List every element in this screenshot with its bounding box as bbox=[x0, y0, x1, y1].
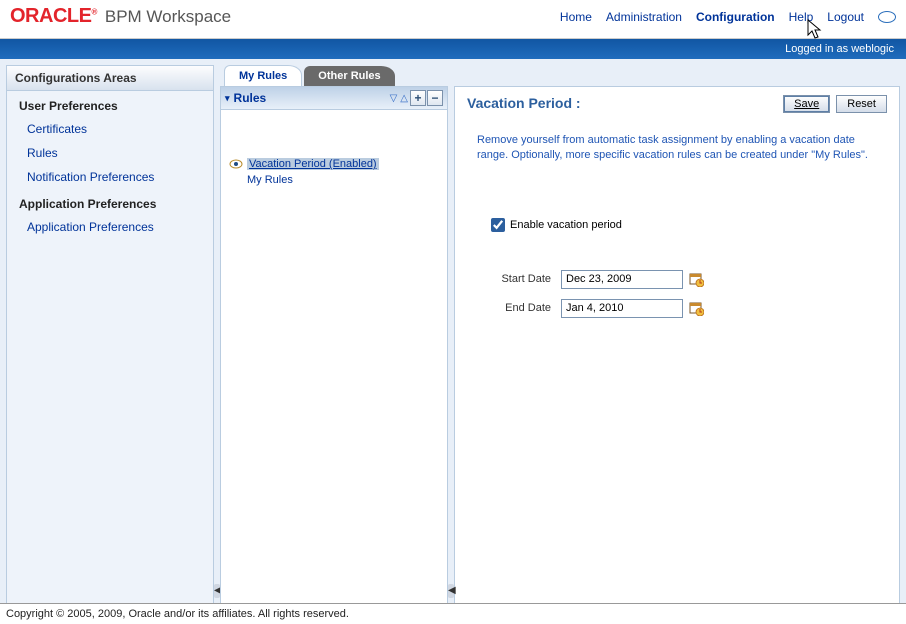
save-button[interactable]: Save bbox=[783, 95, 830, 113]
vacation-buttons: Save Reset bbox=[783, 95, 887, 113]
nav-item-application-preferences[interactable]: Application Preferences bbox=[7, 215, 213, 239]
enable-vacation-checkbox[interactable] bbox=[491, 218, 505, 232]
enable-row: Enable vacation period bbox=[491, 218, 887, 232]
nav-administration[interactable]: Administration bbox=[606, 10, 682, 24]
start-date-calendar-icon[interactable] bbox=[689, 272, 704, 287]
rules-panel-header: ▾ Rules ▽ △ + − bbox=[221, 87, 447, 110]
splitter-center: ◀ bbox=[448, 65, 454, 604]
end-date-input[interactable] bbox=[561, 299, 683, 318]
config-areas-header: Configurations Areas bbox=[7, 66, 213, 91]
oracle-logo: ORACLE® bbox=[10, 5, 97, 28]
config-areas-panel: Configurations Areas User Preferences Ce… bbox=[6, 65, 214, 604]
rules-tabs: My Rules Other Rules bbox=[220, 65, 448, 86]
vacation-description: Remove yourself from automatic task assi… bbox=[477, 133, 887, 164]
rules-toolbar: ▽ △ + − bbox=[389, 90, 443, 106]
vacation-icon bbox=[229, 159, 243, 169]
remove-rule-button[interactable]: − bbox=[427, 90, 443, 106]
start-date-label: Start Date bbox=[491, 273, 551, 285]
nav-item-notification-preferences[interactable]: Notification Preferences bbox=[7, 165, 213, 189]
end-date-label: End Date bbox=[491, 302, 551, 314]
product-title: BPM Workspace bbox=[105, 7, 231, 27]
end-date-calendar-icon[interactable] bbox=[689, 301, 704, 316]
enable-vacation-label: Enable vacation period bbox=[510, 219, 622, 231]
add-rule-button[interactable]: + bbox=[410, 90, 426, 106]
vacation-title: Vacation Period : bbox=[467, 95, 581, 111]
nav-item-certificates[interactable]: Certificates bbox=[7, 117, 213, 141]
login-bar: Logged in as weblogic bbox=[0, 39, 906, 59]
oracle-o-icon bbox=[878, 11, 896, 23]
move-down-icon[interactable]: ▽ bbox=[389, 93, 399, 104]
rule-link-vacation[interactable]: Vacation Period (Enabled) bbox=[247, 158, 379, 170]
nav-help[interactable]: Help bbox=[789, 10, 814, 24]
tab-other-rules[interactable]: Other Rules bbox=[304, 66, 394, 86]
vacation-header-row: Vacation Period : Save Reset bbox=[467, 95, 887, 113]
top-bar: ORACLE® BPM Workspace Home Administratio… bbox=[0, 0, 906, 39]
vacation-panel: Vacation Period : Save Reset Remove your… bbox=[454, 86, 900, 604]
start-date-input[interactable] bbox=[561, 270, 683, 289]
footer: Copyright © 2005, 2009, Oracle and/or it… bbox=[0, 603, 906, 624]
nav-logout[interactable]: Logout bbox=[827, 10, 864, 24]
splitter-handle-center[interactable]: ◀ bbox=[448, 584, 454, 598]
rule-link-my-rules[interactable]: My Rules bbox=[247, 174, 439, 186]
oracle-logo-text: ORACLE bbox=[10, 5, 91, 27]
rules-panel: ▾ Rules ▽ △ + − Vacation Period (Enabled… bbox=[220, 86, 448, 604]
main-area: Configurations Areas User Preferences Ce… bbox=[0, 59, 906, 607]
login-status: Logged in as weblogic bbox=[785, 43, 894, 55]
collapse-icon[interactable]: ▾ bbox=[225, 93, 230, 104]
user-prefs-section: User Preferences bbox=[7, 91, 213, 117]
nav-configuration[interactable]: Configuration bbox=[696, 10, 775, 24]
rules-header-left: ▾ Rules bbox=[225, 91, 266, 105]
nav-home[interactable]: Home bbox=[560, 10, 592, 24]
copyright-text: Copyright © 2005, 2009, Oracle and/or it… bbox=[6, 608, 349, 620]
rule-item-vacation[interactable]: Vacation Period (Enabled) bbox=[229, 158, 439, 170]
top-nav: Home Administration Configuration Help L… bbox=[560, 10, 896, 24]
rules-list: Vacation Period (Enabled) My Rules bbox=[221, 110, 447, 194]
end-date-row: End Date bbox=[491, 299, 887, 318]
nav-item-rules[interactable]: Rules bbox=[7, 141, 213, 165]
reset-button[interactable]: Reset bbox=[836, 95, 887, 113]
oracle-logo-suffix: ® bbox=[91, 7, 96, 16]
app-prefs-section: Application Preferences bbox=[7, 189, 213, 215]
move-up-icon[interactable]: △ bbox=[399, 93, 409, 104]
brand: ORACLE® BPM Workspace bbox=[10, 5, 231, 28]
start-date-row: Start Date bbox=[491, 270, 887, 289]
detail-column: Vacation Period : Save Reset Remove your… bbox=[454, 65, 900, 604]
rules-header-title: Rules bbox=[234, 91, 267, 105]
rules-column: My Rules Other Rules ▾ Rules ▽ △ + − bbox=[220, 65, 448, 604]
tab-my-rules[interactable]: My Rules bbox=[224, 65, 302, 86]
